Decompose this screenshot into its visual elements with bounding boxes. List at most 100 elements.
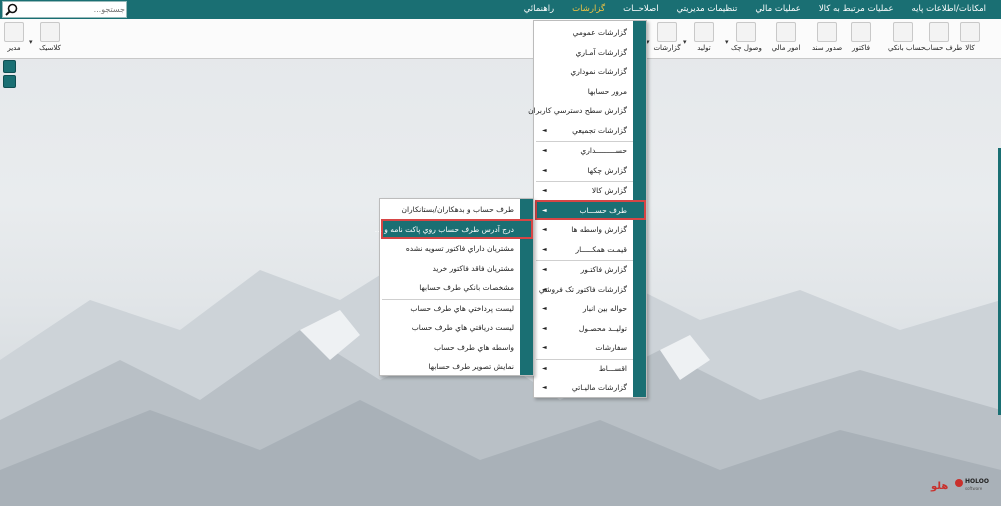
menu-row-15[interactable]: توليــد محصـول ◄ bbox=[538, 319, 627, 338]
reports-dropdown-menu: گزارشات عمومي گزارشات آمـاري گزارشات نمودا… bbox=[528, 20, 647, 398]
menu-row-4[interactable]: گزارش سطح دسترسي کاربران bbox=[528, 101, 627, 120]
main-toolbar: کالا طرف حساب حساب بانکي فاکتور صدور سند امور… bbox=[0, 19, 1001, 59]
menu-item-1[interactable]: عمليات مرتبط به کالا bbox=[810, 0, 903, 19]
submenu-arrow-icon: ◄ bbox=[542, 384, 547, 391]
menu-item-5[interactable]: گزارشات bbox=[563, 0, 614, 19]
menu-row-11[interactable]: قيمـت همکـــــار ◄ bbox=[538, 240, 627, 259]
menu-row-3[interactable]: مشتريان فاقد فاکتور خريد bbox=[384, 259, 514, 278]
menu-row-7[interactable]: گزارش چکها ◄ bbox=[538, 161, 627, 180]
toolbar-button-label: وصول چک bbox=[731, 44, 762, 52]
menu-row-label: حســـــــــداري bbox=[580, 146, 627, 155]
dropdown-arrow-icon[interactable]: ▾ bbox=[683, 38, 687, 46]
toolbar-button-5[interactable]: امور مالي bbox=[771, 21, 801, 57]
toolbar-button-2[interactable]: حساب بانکي bbox=[888, 21, 925, 57]
submenu-arrow-icon: ◄ bbox=[542, 245, 547, 253]
menu-row-label: گزارشات عمومي bbox=[572, 28, 627, 37]
toolbar-button-label: مدير bbox=[7, 44, 21, 52]
manager-icon bbox=[4, 22, 24, 42]
menu-row-label: حواله بين انبار bbox=[582, 304, 627, 313]
submenu-arrow-icon: ◄ bbox=[542, 166, 547, 174]
menu-row-label: گزارشات ماليـاتي bbox=[571, 383, 627, 392]
search-icon[interactable] bbox=[5, 3, 18, 16]
menu-row-8[interactable]: گزارش کالا ◄ bbox=[538, 181, 627, 200]
menu-row-18[interactable]: گزارشات ماليـاتي ◄ bbox=[538, 378, 627, 397]
submenu-arrow-icon: ◄ bbox=[542, 266, 547, 273]
menu-row-5[interactable]: ليست پرداختي هاي طرف حساب bbox=[384, 299, 514, 318]
menu-row-label: گزارشات نموداري bbox=[570, 67, 627, 76]
menu-row-0[interactable]: گزارشات عمومي bbox=[538, 23, 627, 42]
invoice-icon bbox=[851, 22, 871, 42]
svg-text:هلو: هلو bbox=[930, 481, 948, 492]
menu-row-label: مشخصات بانکي طرف حسابها bbox=[419, 283, 514, 292]
menu-item-0[interactable]: امکانات/اطلاعات پايه bbox=[903, 0, 995, 19]
classic-icon bbox=[40, 22, 60, 42]
menu-row-2[interactable]: مشتريان داراي فاکتور تسويه نشده bbox=[384, 239, 514, 258]
toolbar-button-3[interactable]: فاکتور bbox=[846, 21, 876, 57]
menu-row-label: گزارش سطح دسترسي کاربران bbox=[528, 106, 627, 115]
menu-row-17[interactable]: اقســـاط ◄ bbox=[538, 359, 627, 378]
menu-row-label: مشتريان فاقد فاکتور خريد bbox=[432, 263, 514, 273]
menu-row-label: گزارش چکها bbox=[587, 165, 627, 175]
submenu-arrow-icon: ◄ bbox=[542, 324, 547, 332]
menu-row-12[interactable]: گزارش فاکتـور ◄ bbox=[538, 260, 627, 279]
menu-row-4[interactable]: مشخصات بانکي طرف حسابها bbox=[384, 278, 514, 297]
toolbar-button-8[interactable]: گزارشات ▾ bbox=[646, 21, 682, 57]
toolbar-button-label: صدور سند bbox=[812, 44, 843, 52]
menu-row-label: گزارشات تجميعي bbox=[572, 125, 627, 135]
menu-row-6[interactable]: حســـــــــداري ◄ bbox=[538, 141, 627, 160]
dropdown-arrow-icon[interactable]: ▾ bbox=[725, 38, 729, 46]
submenu-arrow-icon: ◄ bbox=[542, 226, 547, 233]
submenu-arrow-icon: ◄ bbox=[542, 344, 547, 351]
menu-row-10[interactable]: گزارش واسطه ها ◄ bbox=[538, 220, 627, 239]
toolbar-button-10[interactable]: مدير▾ bbox=[0, 21, 29, 57]
toolbar-button-6[interactable]: وصول چک ▾ bbox=[725, 21, 762, 57]
menu-row-8[interactable]: نمايش تصوير طرف حسابها bbox=[384, 357, 514, 376]
submenu-arrow-icon: ◄ bbox=[542, 305, 547, 312]
menu-item-2[interactable]: عمليات مالي bbox=[746, 0, 809, 19]
info-icon[interactable] bbox=[3, 60, 16, 73]
menu-row-1[interactable]: گزارشات آمـاري bbox=[538, 43, 627, 62]
menu-row-5[interactable]: گزارشات تجميعي ◄ bbox=[538, 121, 627, 140]
menu-item-4[interactable]: اصلاحــات bbox=[614, 0, 667, 19]
menu-row-7[interactable]: واسطه هاي طرف حساب bbox=[384, 338, 514, 357]
menu-row-2[interactable]: گزارشات نموداري bbox=[538, 62, 627, 81]
menu-row-3[interactable]: مرور حسابها bbox=[538, 82, 627, 101]
submenu-arrow-icon: ◄ bbox=[542, 147, 547, 154]
main-menubar: امکانات/اطلاعات پايه عمليات مرتبط به کالا… bbox=[0, 0, 1001, 19]
toolbar-button-9[interactable]: کلاسيک ▾ bbox=[29, 21, 65, 57]
menu-item-3[interactable]: تنظيمات مديريتي bbox=[668, 0, 747, 19]
production-icon bbox=[694, 22, 714, 42]
menu-row-14[interactable]: حواله بين انبار ◄ bbox=[538, 299, 627, 318]
menu-item-6[interactable]: راهنمائي bbox=[515, 0, 563, 19]
menu-row-label: گزارش کالا bbox=[591, 186, 627, 195]
bank-card-icon bbox=[893, 22, 913, 42]
holoo-logo: هلو HOLOO software bbox=[930, 478, 989, 492]
menu-row-label: درج آدرس طرف حساب روي پاکت نامه و ... bbox=[374, 224, 514, 234]
search-input[interactable] bbox=[21, 3, 125, 16]
menu-row-0[interactable]: طرف حساب و بدهکاران/بستانکاران bbox=[384, 200, 514, 219]
menu-row-13[interactable]: گزارشات فاکتور تک فروشي ◄ bbox=[538, 280, 627, 299]
menu-row-label: ليست پرداختي هاي طرف حساب bbox=[410, 303, 514, 313]
report-icon bbox=[657, 22, 677, 42]
user-icon[interactable] bbox=[3, 75, 16, 88]
search-box bbox=[2, 1, 127, 18]
menu-row-label: گزارش فاکتـور bbox=[580, 265, 627, 274]
dropdown-arrow-icon[interactable]: ▾ bbox=[29, 38, 33, 46]
menu-row-1[interactable]: درج آدرس طرف حساب روي پاکت نامه و ... bbox=[375, 220, 514, 239]
toolbar-button-1[interactable]: طرف حساب bbox=[924, 21, 963, 57]
menu-row-label: طرف حســـاب bbox=[579, 205, 627, 215]
menu-row-9[interactable]: طرف حســـاب ◄ bbox=[538, 201, 627, 220]
toolbar-button-7[interactable]: توليد ▾ bbox=[683, 21, 719, 57]
toolbar-button-label: طرف حساب bbox=[924, 44, 963, 52]
toolbar-button-label: توليد bbox=[697, 44, 711, 52]
check-envelope-icon bbox=[736, 22, 756, 42]
toolbar-button-4[interactable]: صدور سند bbox=[812, 21, 842, 57]
menu-row-6[interactable]: ليست دريافتي هاي طرف حساب bbox=[384, 318, 514, 337]
menu-row-label: مشتريان داراي فاکتور تسويه نشده bbox=[405, 244, 514, 253]
menu-row-label: اقســـاط bbox=[598, 363, 627, 373]
box-icon bbox=[960, 22, 980, 42]
submenu-arrow-icon: ◄ bbox=[542, 364, 547, 372]
toolbar-button-label: امور مالي bbox=[771, 44, 801, 52]
submenu-arrow-icon: ◄ bbox=[542, 285, 547, 293]
menu-row-16[interactable]: سفارشات ◄ bbox=[538, 338, 627, 357]
